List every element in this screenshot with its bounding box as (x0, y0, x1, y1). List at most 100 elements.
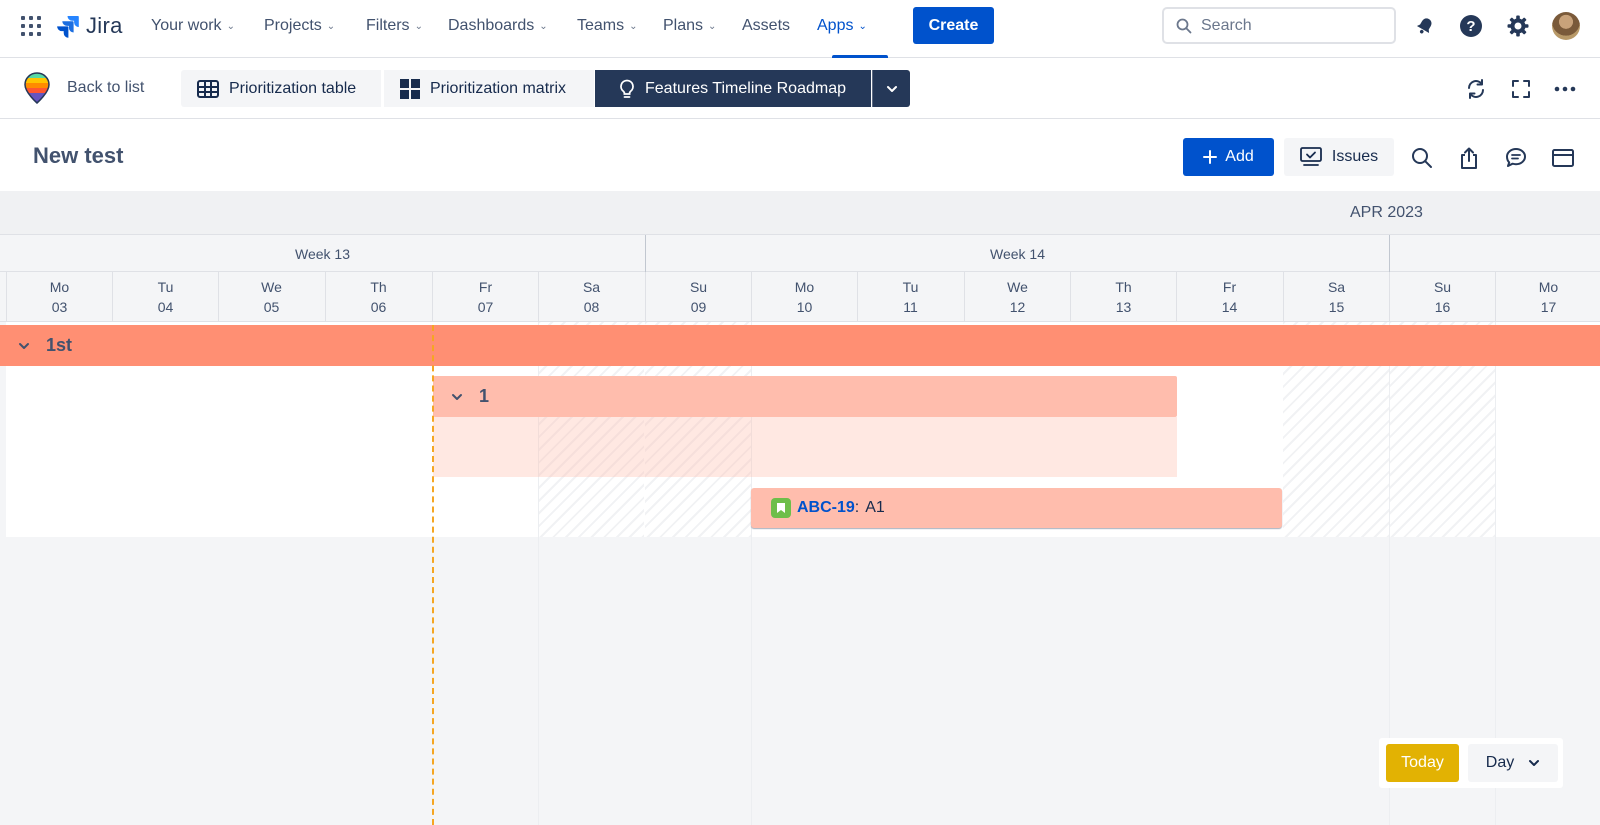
scale-select[interactable]: Day (1468, 744, 1558, 782)
chevron-down-icon: ⌄ (708, 20, 717, 32)
comment-icon[interactable] (1504, 146, 1528, 170)
day-of-week: Su (1433, 279, 1452, 295)
day-of-week: Mo (794, 279, 815, 295)
day-date: 13 (1115, 299, 1132, 315)
day-date: 10 (796, 299, 813, 315)
day-of-week: Fr (1222, 279, 1237, 295)
nav-plans-label: Plans (663, 17, 704, 34)
day-of-week: Mo (1538, 279, 1559, 295)
week-cell: Week 14 (646, 235, 1390, 272)
add-button-label: Add (1225, 148, 1254, 165)
share-icon[interactable] (1457, 146, 1481, 170)
chevron-down-icon: ⌄ (226, 20, 235, 32)
issue-bar[interactable]: ABC-19: A1 (751, 488, 1282, 528)
sync-icon[interactable] (1465, 78, 1487, 100)
day-of-week: Th (370, 279, 387, 295)
day-cell: Su 16 (1389, 272, 1495, 322)
more-icon[interactable] (1554, 78, 1576, 100)
search-icon[interactable] (1410, 146, 1434, 170)
subgroup-bar[interactable]: 1 (433, 376, 1177, 417)
group-row[interactable]: 1st (0, 325, 1600, 366)
chevron-down-icon[interactable] (18, 342, 30, 350)
nav-dashboards-label: Dashboards (448, 17, 535, 34)
jira-logo[interactable]: Jira (56, 12, 123, 40)
chevron-down-icon: ⌄ (326, 20, 336, 32)
nav-plans[interactable]: Plans ⌄ (663, 14, 716, 38)
fullscreen-icon[interactable] (1510, 78, 1532, 100)
day-cell: Th 13 (1070, 272, 1176, 322)
day-date: 11 (903, 299, 918, 315)
chevron-down-icon: ⌄ (858, 20, 867, 32)
app-switcher-icon[interactable] (21, 16, 41, 36)
nav-filters[interactable]: Filters ⌄ (366, 14, 423, 38)
timeline-week-header: Week 13 Week 14 (0, 235, 1600, 272)
subgroup-span (433, 417, 1177, 477)
avatar[interactable] (1552, 12, 1580, 40)
issue-key[interactable]: ABC-19 (797, 499, 855, 516)
settings-icon[interactable] (1505, 13, 1531, 39)
day-date: 15 (1328, 299, 1345, 315)
back-to-list-link[interactable]: Back to list (67, 79, 144, 97)
chevron-down-icon (886, 85, 897, 92)
nav-your-work-label: Your work (151, 17, 222, 34)
today-button[interactable]: Today (1386, 744, 1459, 782)
issues-button[interactable]: Issues (1284, 138, 1394, 176)
day-date: 04 (157, 299, 174, 315)
tab-prioritization-matrix[interactable]: Prioritization matrix (384, 70, 594, 107)
views-dropdown-button[interactable] (872, 70, 910, 107)
search-placeholder: Search (1201, 16, 1252, 34)
day-cell: Sa 15 (1283, 272, 1389, 322)
nav-teams[interactable]: Teams ⌄ (577, 14, 638, 38)
day-of-week: We (1007, 279, 1028, 295)
timeline-month-header: APR 2023 (0, 191, 1600, 235)
chevron-down-icon[interactable] (451, 393, 463, 401)
scale-select-label: Day (1485, 754, 1515, 771)
add-button[interactable]: Add (1183, 138, 1274, 176)
search-input[interactable]: Search (1162, 7, 1396, 44)
app-logo-icon[interactable] (24, 72, 50, 109)
search-icon (1176, 18, 1192, 33)
nav-projects-label: Projects (264, 17, 322, 34)
day-cell: Tu 04 (112, 272, 218, 322)
jira-logo-text: Jira (86, 13, 123, 38)
svg-text:?: ? (1466, 18, 1475, 35)
story-icon (771, 498, 791, 518)
week-label: Week 13 (295, 245, 350, 262)
day-cell: Fr 14 (1176, 272, 1282, 322)
tab-prioritization-table[interactable]: Prioritization table (181, 70, 381, 107)
day-date: 17 (1540, 299, 1557, 315)
notifications-icon[interactable] (1412, 13, 1438, 39)
create-button[interactable]: Create (913, 7, 994, 44)
day-of-week: Fr (478, 279, 493, 295)
nav-assets[interactable]: Assets (742, 14, 790, 38)
nav-apps[interactable]: Apps ⌄ (817, 14, 867, 38)
day-cell: Tu 11 (857, 272, 963, 322)
tab-features-timeline-roadmap[interactable]: Features Timeline Roadmap (595, 70, 871, 107)
chevron-down-icon: ⌄ (629, 20, 638, 32)
nav-apps-label: Apps (817, 17, 854, 34)
table-icon (197, 79, 219, 98)
lightbulb-icon (620, 79, 634, 98)
panel-icon[interactable] (1551, 146, 1575, 170)
page-title: New test (33, 143, 124, 168)
nav-your-work[interactable]: Your work ⌄ (151, 14, 235, 38)
help-icon[interactable]: ? (1458, 13, 1484, 39)
matrix-icon (400, 78, 420, 99)
day-cell: Mo 17 (1495, 272, 1600, 322)
week-label: Week 14 (990, 245, 1045, 262)
day-of-week: Tu (157, 279, 174, 295)
day-cell: Fr 07 (432, 272, 538, 322)
nav-filters-label: Filters (366, 17, 410, 34)
jira-logo-icon (57, 16, 79, 38)
nav-projects[interactable]: Projects ⌄ (264, 14, 335, 38)
chevron-down-icon: ⌄ (414, 20, 423, 32)
plus-icon (1203, 150, 1218, 164)
top-navigation: Jira Your work ⌄ Projects ⌄ Filters ⌄ Dashb… (0, 0, 1600, 58)
day-date: 12 (1009, 299, 1026, 315)
day-date: 09 (690, 299, 707, 315)
day-of-week: Tu (902, 279, 919, 295)
day-of-week: Sa (582, 279, 601, 295)
issue-separator: : (854, 499, 860, 516)
nav-dashboards[interactable]: Dashboards ⌄ (448, 14, 548, 38)
week-cell: Week 13 (0, 235, 646, 272)
